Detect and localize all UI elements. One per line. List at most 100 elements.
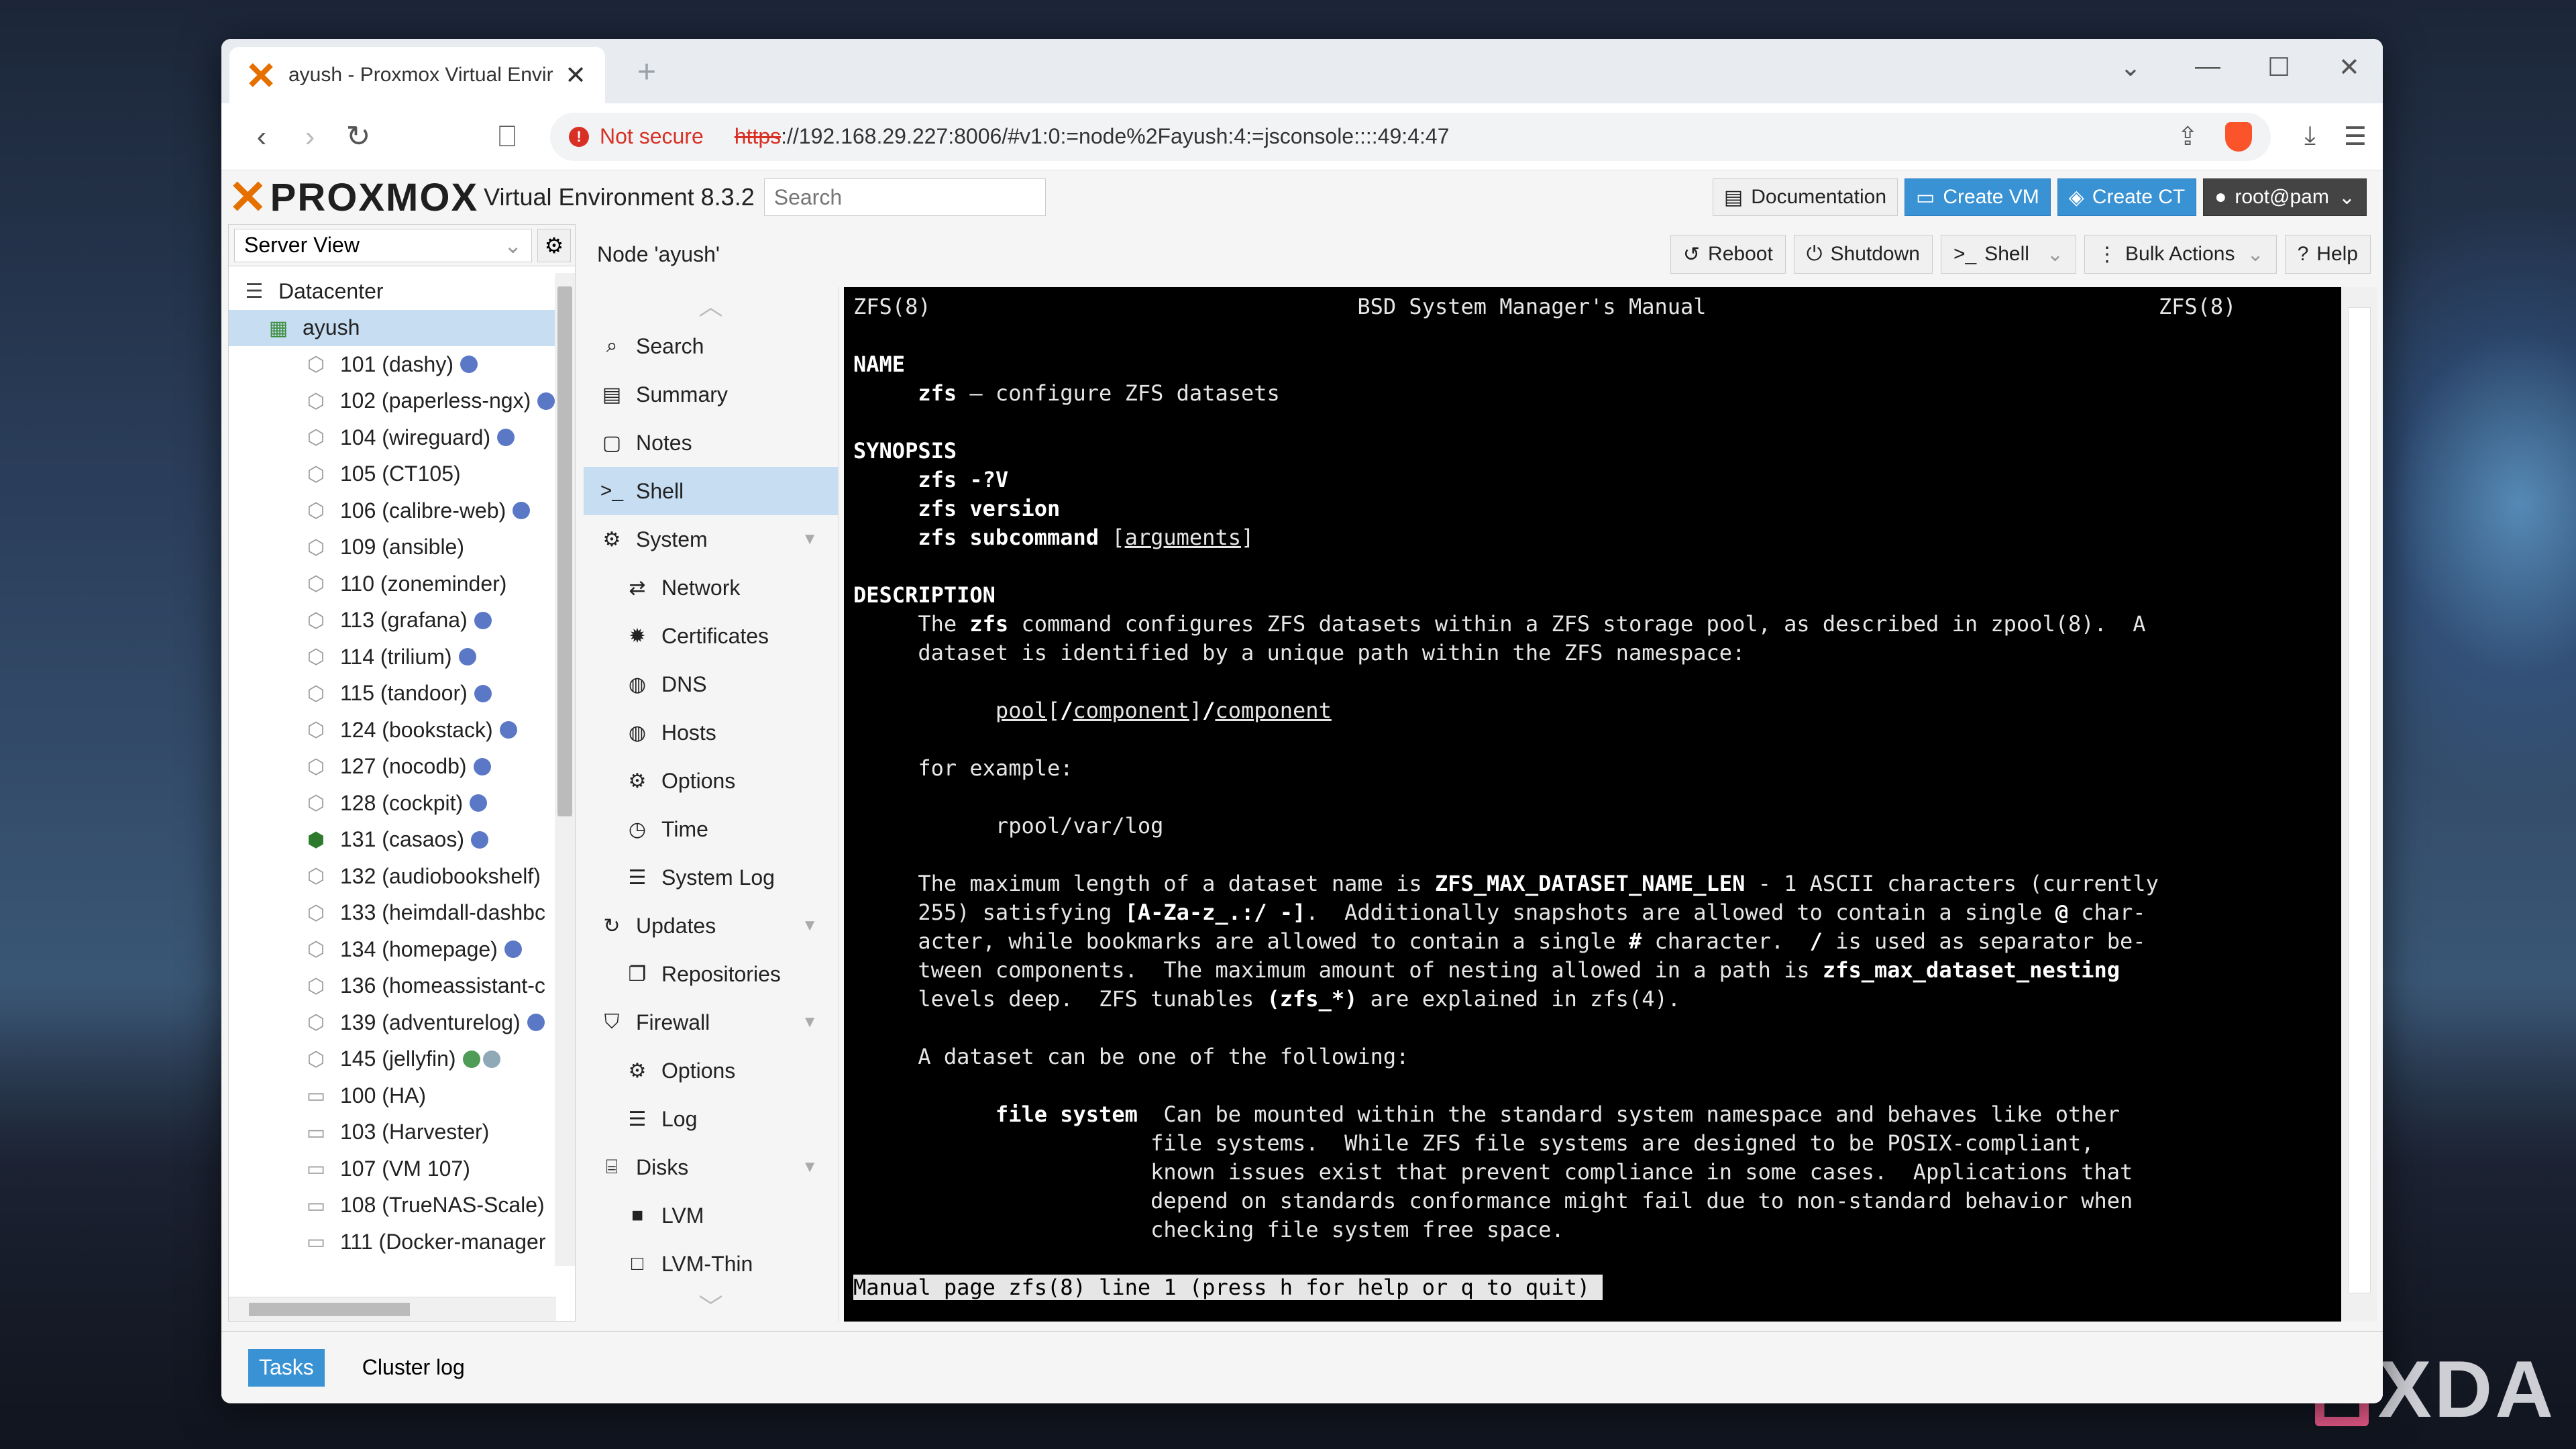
menu-item-hosts[interactable]: ◍ Hosts — [584, 708, 838, 757]
tree-guest[interactable]: ⬡ 124 (bookstack) — [229, 712, 555, 749]
bulk-actions-button[interactable]: ⋮ Bulk Actions ⌄ — [2084, 235, 2277, 274]
menu-item-summary[interactable]: ▤ Summary — [584, 370, 838, 419]
tree-hscrollbar[interactable] — [229, 1297, 556, 1321]
tree-guest[interactable]: ▭ 111 (Docker-manager — [229, 1224, 555, 1260]
menu-item-search[interactable]: ⌕ Search — [584, 322, 838, 370]
tree-guest[interactable]: ⬡ 127 (nocodb) — [229, 749, 555, 786]
book-icon: ▤ — [602, 383, 622, 406]
tree-guest[interactable]: ⬡ 106 (calibre-web) — [229, 492, 555, 529]
menu-item-updates[interactable]: ↻ Updates ▼ — [584, 902, 838, 950]
browser-tab[interactable]: ayush - Proxmox Virtual Enviro ✕ — [229, 47, 605, 103]
close-window-icon[interactable]: ✕ — [2339, 52, 2360, 83]
tree-guest[interactable]: ⬡ 101 (dashy) — [229, 346, 555, 383]
tree-guest[interactable]: ▭ 100 (HA) — [229, 1077, 555, 1114]
tree-guest[interactable]: ⬡ 102 (paperless-ngx) — [229, 383, 555, 420]
not-secure-label[interactable]: Not secure — [600, 124, 704, 149]
documentation-button[interactable]: ▤ Documentation — [1712, 178, 1898, 216]
chevron-down-icon: ⌄ — [2247, 243, 2264, 266]
tree-guest[interactable]: ▭ 103 (Harvester) — [229, 1114, 555, 1151]
terminal-icon: >_ — [1953, 243, 1977, 265]
vm-icon: ▭ — [306, 1085, 326, 1108]
minimize-icon[interactable]: — — [2195, 52, 2220, 81]
desktop-icon: ▭ — [1916, 186, 1935, 209]
reload-icon[interactable]: ↻ — [334, 119, 382, 154]
menu-item-system-log[interactable]: ☰ System Log — [584, 853, 838, 902]
tree-guest[interactable]: ⬡ 136 (homeassistant-c — [229, 968, 555, 1005]
tree-guest[interactable]: ⬡ 113 (grafana) — [229, 602, 555, 639]
menu-item-notes[interactable]: ▢ Notes — [584, 419, 838, 467]
menu-icon[interactable]: ☰ — [2344, 121, 2367, 152]
expand-caret-icon[interactable]: ▼ — [802, 530, 818, 549]
shutdown-button[interactable]: ⏻ Shutdown — [1793, 235, 1933, 274]
tree-guest[interactable]: ⬡ 128 (cockpit) — [229, 785, 555, 822]
tree-guest[interactable]: ▭ 108 (TrueNAS-Scale) — [229, 1187, 555, 1224]
create-vm-button[interactable]: ▭ Create VM — [1904, 178, 2051, 216]
tree-label: 136 (homeassistant-c — [340, 973, 545, 998]
address-bar[interactable]: ! Not secure https://192.168.29.227:8006… — [550, 112, 2271, 161]
menu-item-shell[interactable]: >_ Shell — [584, 467, 838, 515]
desc-text: character. — [1642, 928, 1810, 954]
tree-guest[interactable]: ⬡ 109 (ansible) — [229, 529, 555, 566]
tab-close-icon[interactable]: ✕ — [565, 60, 586, 91]
menu-item-dns[interactable]: ◍ DNS — [584, 660, 838, 708]
reboot-button[interactable]: ↺ Reboot — [1670, 235, 1786, 274]
node-title: Node 'ayush' — [597, 241, 720, 266]
user-menu-button[interactable]: ● root@pam ⌄ — [2203, 178, 2367, 216]
menu-item-log[interactable]: ☰ Log — [584, 1095, 838, 1143]
expand-caret-icon[interactable]: ▼ — [802, 1158, 818, 1177]
share-icon[interactable]: ⇪ — [2177, 121, 2198, 152]
tree-guest[interactable]: ▭112 (Copy-of-VM-Doc — [229, 1260, 555, 1267]
menu-item-disks[interactable]: ⌸ Disks ▼ — [584, 1143, 838, 1191]
tree-guest[interactable]: ⬡ 104 (wireguard) — [229, 419, 555, 456]
menu-item-system[interactable]: ⚙ System ▼ — [584, 515, 838, 564]
menu-item-options[interactable]: ⚙ Options — [584, 1046, 838, 1095]
tree-guest[interactable]: ⬡ 145 (jellyfin) — [229, 1041, 555, 1078]
menu-item-certificates[interactable]: ✹ Certificates — [584, 612, 838, 660]
tree-label: 102 (paperless-ngx) — [339, 388, 531, 413]
help-button[interactable]: ? Help — [2284, 235, 2371, 274]
tree-guest[interactable]: ⬡ 105 (CT105) — [229, 456, 555, 493]
tree-node[interactable]: ▦ ayush — [229, 309, 555, 346]
forward-icon[interactable]: › — [286, 120, 334, 154]
tree-guest[interactable]: ⬡ 115 (tandoor) — [229, 676, 555, 712]
tree-guest[interactable]: ⬡ 110 (zoneminder) — [229, 566, 555, 602]
tree-guest[interactable]: ⬡ 139 (adventurelog) — [229, 1004, 555, 1041]
brave-shield-icon[interactable] — [2225, 121, 2253, 152]
tab-list-icon[interactable]: ⌄ — [2120, 52, 2141, 83]
create-ct-button[interactable]: ◈ Create CT — [2057, 178, 2197, 216]
back-icon[interactable]: ‹ — [237, 120, 286, 154]
menu-item-lvm-thin[interactable]: □ LVM-Thin — [584, 1240, 838, 1288]
expand-caret-icon[interactable]: ▼ — [802, 916, 818, 935]
menu-item-time[interactable]: ◷ Time — [584, 805, 838, 853]
name-cmd: zfs — [918, 380, 957, 406]
shell-button[interactable]: >_ Shell ⌄ — [1940, 235, 2077, 274]
chevron-down-icon[interactable]: ﹀ — [584, 1288, 838, 1323]
menu-item-network[interactable]: ⇄ Network — [584, 564, 838, 612]
bookmark-icon[interactable]: ⎕ — [483, 120, 531, 154]
expand-caret-icon[interactable]: ▼ — [802, 1013, 818, 1032]
tree-guest[interactable]: ⬡ 114 (trilium) — [229, 639, 555, 676]
tree-scrollbar[interactable] — [555, 273, 575, 1266]
tree-guest[interactable]: ⬡ 133 (heimdall-dashbc — [229, 895, 555, 932]
download-icon[interactable]: ⤓ — [2304, 121, 2316, 152]
tree-guest[interactable]: ⬢ 131 (casaos) — [229, 822, 555, 859]
tasks-tab[interactable]: Tasks — [248, 1348, 325, 1387]
new-tab-icon[interactable]: + — [637, 54, 656, 91]
chevron-up-icon[interactable]: ︿ — [584, 287, 838, 322]
maximize-icon[interactable]: ☐ — [2267, 52, 2290, 83]
cluster-log-tab[interactable]: Cluster log — [352, 1349, 476, 1387]
terminal-scrollbar[interactable] — [2341, 287, 2377, 1322]
tree-datacenter[interactable]: ☰ Datacenter — [229, 273, 555, 310]
tree-guest[interactable]: ▭ 107 (VM 107) — [229, 1150, 555, 1187]
menu-item-options[interactable]: ⚙ Options — [584, 757, 838, 805]
menu-item-repositories[interactable]: ❐ Repositories — [584, 950, 838, 998]
desc-text: tween components. The maximum amount of … — [918, 957, 1823, 983]
menu-item-lvm[interactable]: ■ LVM — [584, 1191, 838, 1240]
server-view-select[interactable]: Server View ⌄ — [234, 228, 532, 262]
gear-icon[interactable]: ⚙ — [537, 228, 571, 262]
tree-guest[interactable]: ⬡ 134 (homepage) — [229, 931, 555, 968]
tree-guest[interactable]: ⬡ 132 (audiobookshelf) — [229, 858, 555, 895]
search-input[interactable] — [763, 178, 1046, 216]
menu-item-firewall[interactable]: ⛉ Firewall ▼ — [584, 998, 838, 1046]
terminal-console[interactable]: ZFS(8) BSD System Manager's Manual ZFS(8… — [844, 287, 2377, 1322]
